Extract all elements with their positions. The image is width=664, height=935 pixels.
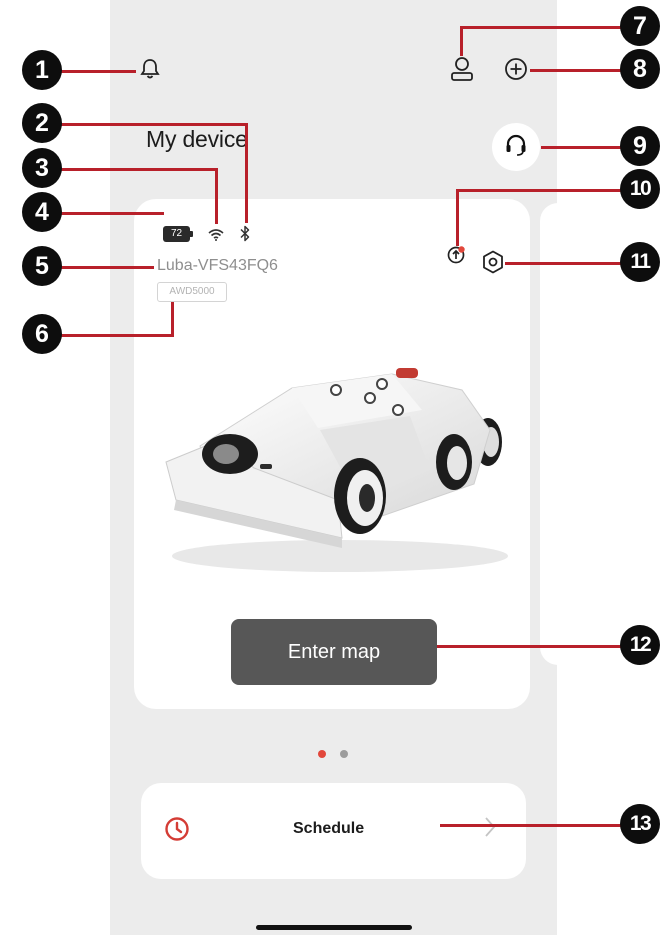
callout-13: 13 [620,804,660,844]
callout-line-13 [440,824,622,827]
device-name: Luba-VFS43FQ6 [157,257,278,274]
callout-line-1 [60,70,136,73]
callout-line-2 [60,123,248,126]
callout-line-2-v [245,123,248,223]
enter-map-button[interactable]: Enter map [231,619,437,685]
robot-mower-image [165,368,508,572]
callout-line-5 [60,266,154,269]
callout-11: 11 [620,242,660,282]
callout-line-6 [60,334,174,337]
callout-6: 6 [22,314,62,354]
callout-7: 7 [620,6,660,46]
callout-5: 5 [22,246,62,286]
page-dot-active[interactable] [318,750,326,758]
callout-line-7-v [460,26,463,56]
callout-line-4 [60,212,164,215]
callout-line-3-v [215,168,218,224]
callout-line-10 [458,189,622,192]
chevron-right-icon [484,816,496,838]
next-device-card[interactable] [540,203,580,665]
update-icon[interactable] [447,246,465,264]
plus-circle-icon[interactable] [504,57,528,81]
bluetooth-icon [239,225,251,242]
page-title: My device [146,126,248,152]
clock-icon [164,816,190,842]
bell-icon[interactable] [140,58,160,80]
callout-line-10-v [456,189,459,246]
callout-line-11 [505,262,622,265]
callout-line-9 [541,146,623,149]
callout-2: 2 [22,103,62,143]
callout-8: 8 [620,49,660,89]
callout-line-6-v [171,302,174,337]
callout-10: 10 [620,169,660,209]
callout-4: 4 [22,192,62,232]
wifi-icon [208,228,224,241]
headset-icon [504,133,528,162]
support-button[interactable] [492,123,540,171]
model-badge: AWD5000 [157,282,227,302]
schedule-label: Schedule [293,820,365,837]
callout-line-3 [60,168,218,171]
callout-9: 9 [620,126,660,166]
callout-line-8 [530,69,624,72]
callout-line-12 [437,645,623,648]
battery-level: 72 [163,226,190,242]
callout-1: 1 [22,50,62,90]
home-indicator [256,925,412,930]
callout-12: 12 [620,625,660,665]
settings-icon[interactable] [482,250,504,274]
callout-line-7 [462,26,622,29]
battery-indicator: 72 [163,226,193,242]
page-dot[interactable] [340,750,348,758]
user-icon[interactable] [450,56,474,82]
callout-3: 3 [22,148,62,188]
